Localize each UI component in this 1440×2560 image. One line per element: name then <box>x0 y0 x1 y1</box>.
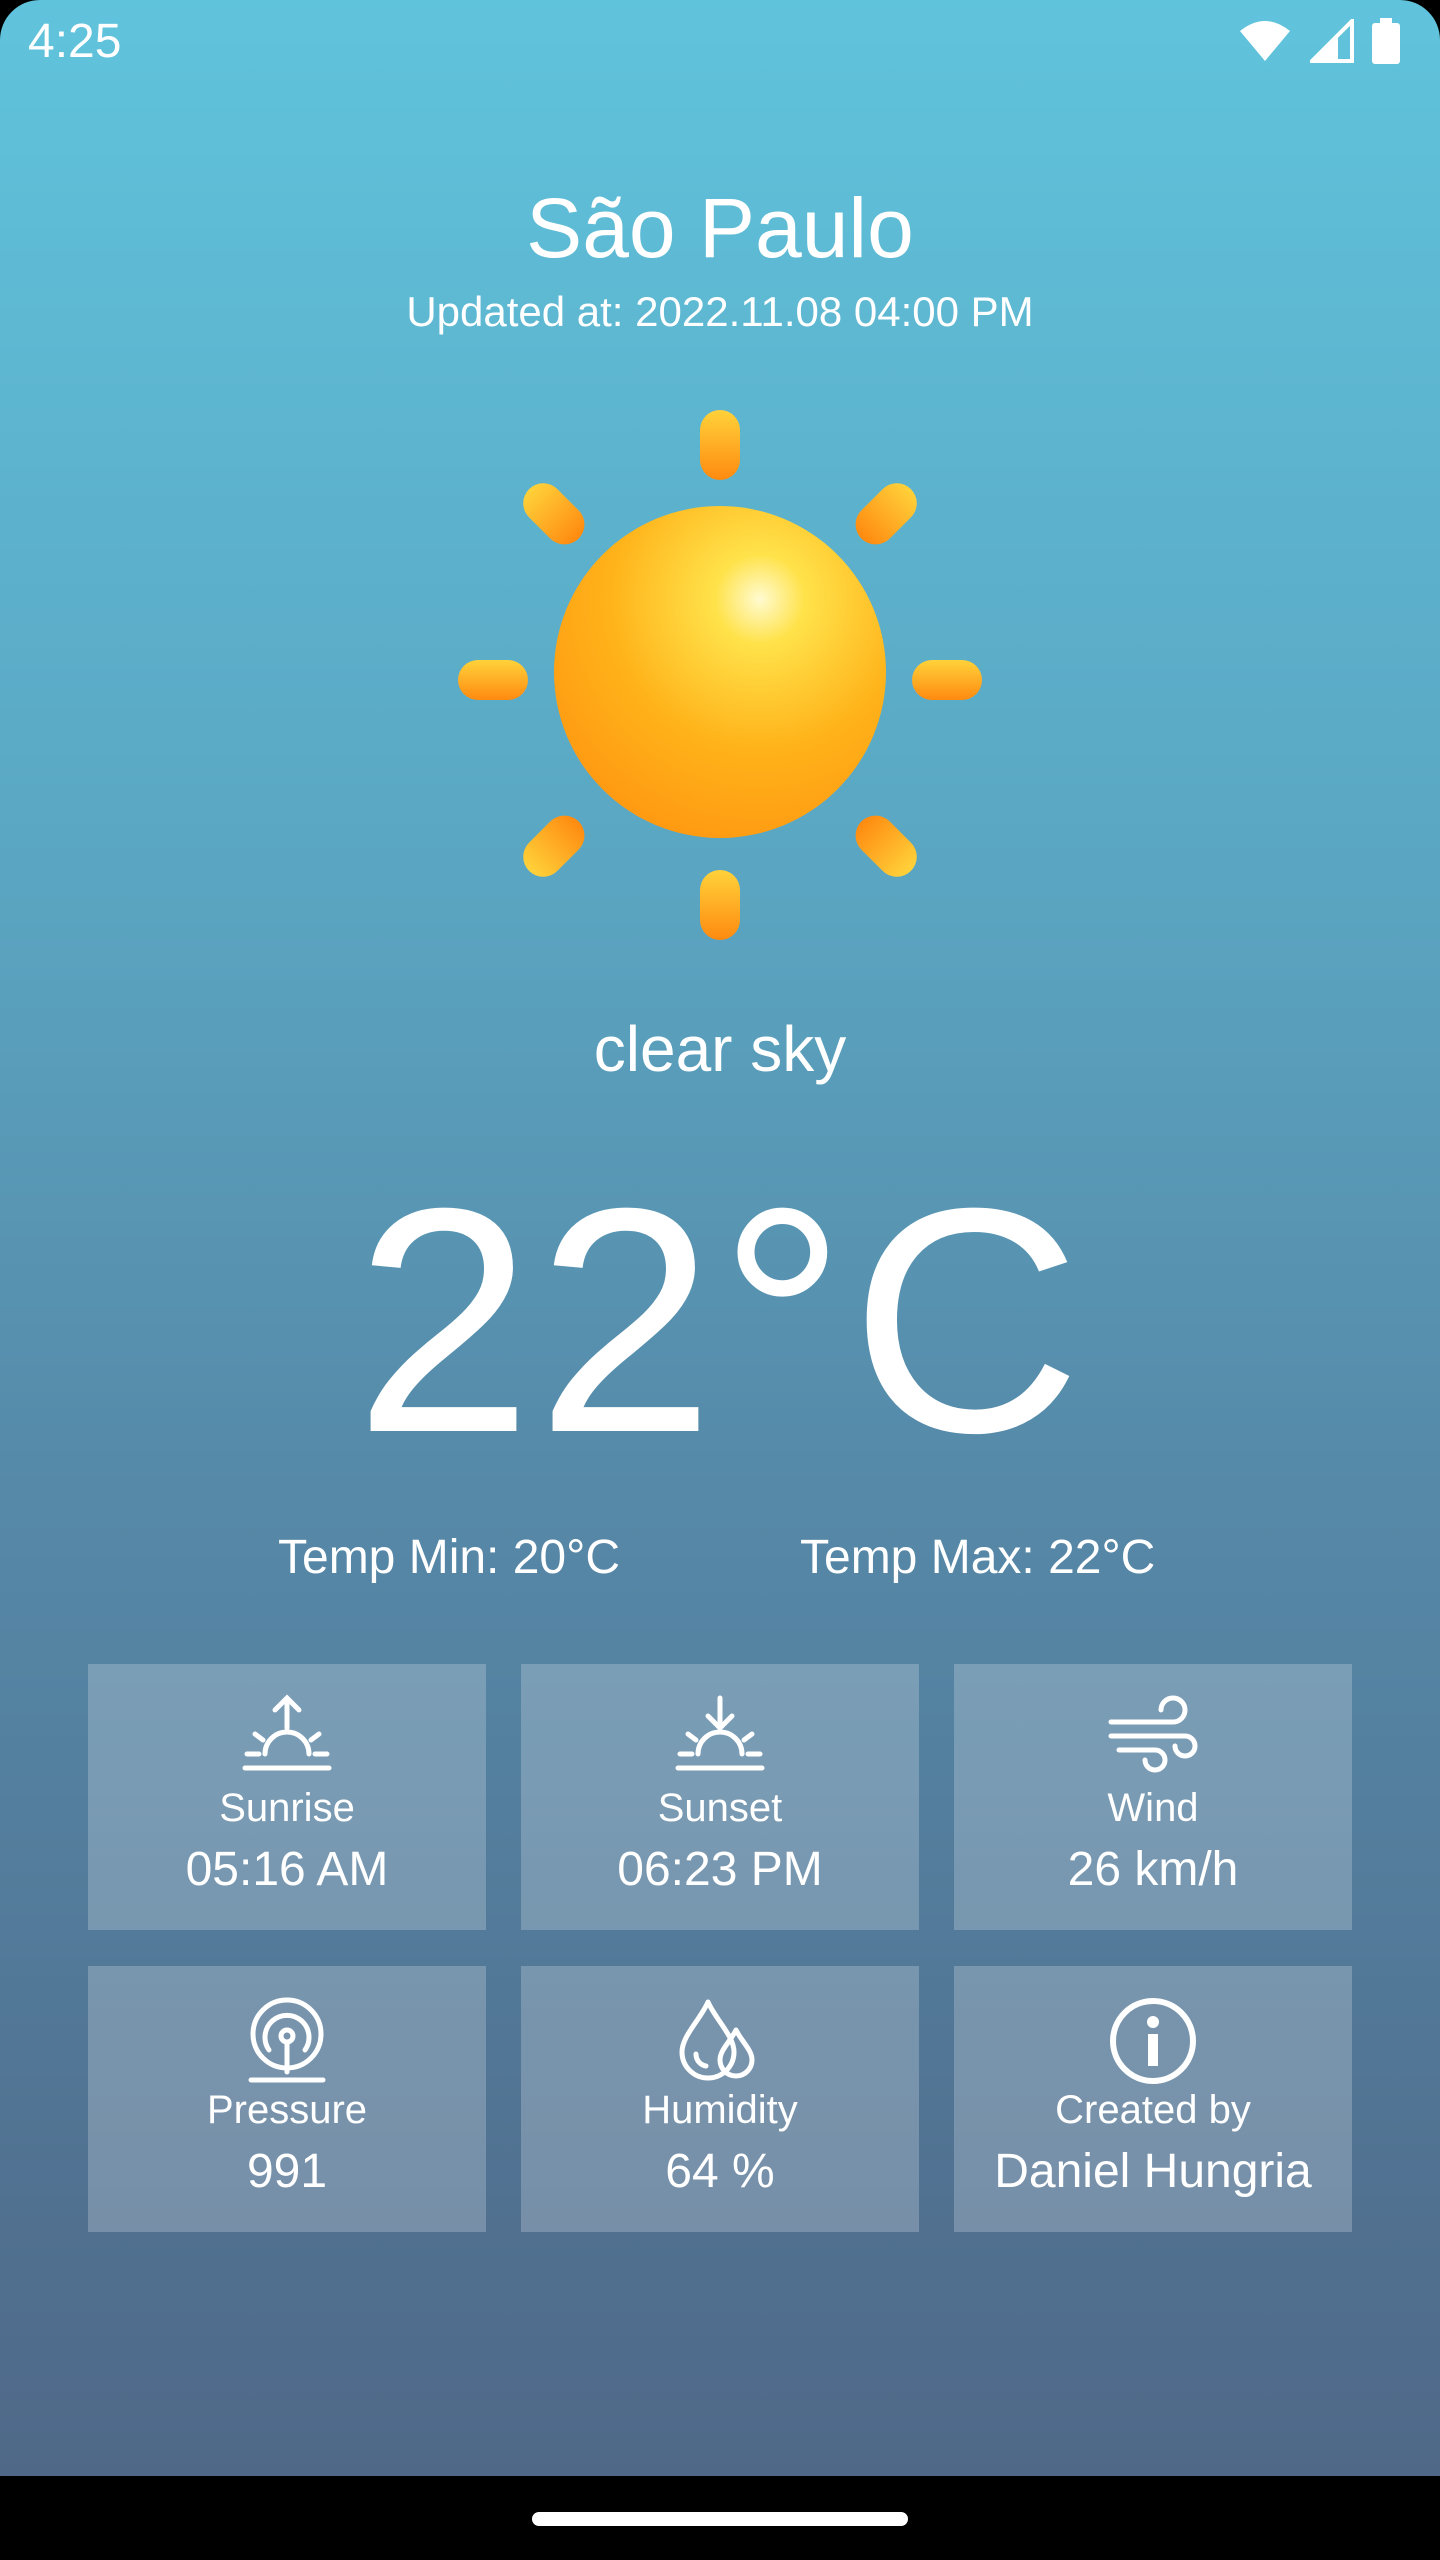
wind-icon <box>1108 1695 1198 1773</box>
temp-max: Temp Max: 22°C <box>800 1531 1156 1584</box>
pressure-label: Pressure <box>206 2088 368 2132</box>
wind-card: Wind 26 km/h <box>954 1664 1352 1930</box>
pressure-gauge-icon <box>248 1997 326 2083</box>
sunrise-label: Sunrise <box>219 1786 355 1830</box>
sunset-label: Sunset <box>657 1786 783 1830</box>
current-temperature: 22°C <box>354 1141 1086 1499</box>
humidity-value: 64 % <box>665 2145 775 2198</box>
wifi-icon <box>1240 21 1290 61</box>
wind-label: Wind <box>1107 1786 1199 1830</box>
created-by-label: Created by <box>1055 2088 1251 2132</box>
sun-icon <box>458 410 982 940</box>
home-gesture-handle[interactable] <box>532 2512 908 2526</box>
city-name: São Paulo <box>526 181 914 275</box>
humidity-label: Humidity <box>642 2088 798 2132</box>
weather-description: clear sky <box>593 1013 847 1085</box>
status-time: 4:25 <box>28 15 122 68</box>
sunrise-value: 05:16 AM <box>185 1843 389 1896</box>
updated-at: Updated at: 2022.11.08 04:00 PM <box>406 288 1034 335</box>
humidity-drops-icon <box>679 1999 755 2081</box>
pressure-card: Pressure 991 <box>88 1966 486 2232</box>
sunset-value: 06:23 PM <box>617 1843 823 1896</box>
pressure-value: 991 <box>246 2145 328 2198</box>
created-by-value: Daniel Hungria <box>994 2145 1312 2198</box>
status-bar: 4:25 <box>0 0 1440 90</box>
sunrise-icon <box>242 1694 332 1771</box>
cellular-signal-icon <box>1310 19 1354 63</box>
sunrise-card: Sunrise 05:16 AM <box>88 1664 486 1930</box>
weather-screen: 4:25 São Paulo Updated at: 2022.11.08 04… <box>0 0 1440 2476</box>
created-by-card: Created by Daniel Hungria <box>954 1966 1352 2232</box>
humidity-card: Humidity 64 % <box>521 1966 919 2232</box>
status-icons <box>1238 18 1400 64</box>
sunset-card: Sunset 06:23 PM <box>521 1664 919 1930</box>
wind-value: 26 km/h <box>1067 1843 1239 1896</box>
battery-icon <box>1372 18 1400 64</box>
info-icon <box>1110 1998 1196 2084</box>
temp-min: Temp Min: 20°C <box>278 1531 620 1584</box>
sunset-icon <box>675 1695 765 1771</box>
